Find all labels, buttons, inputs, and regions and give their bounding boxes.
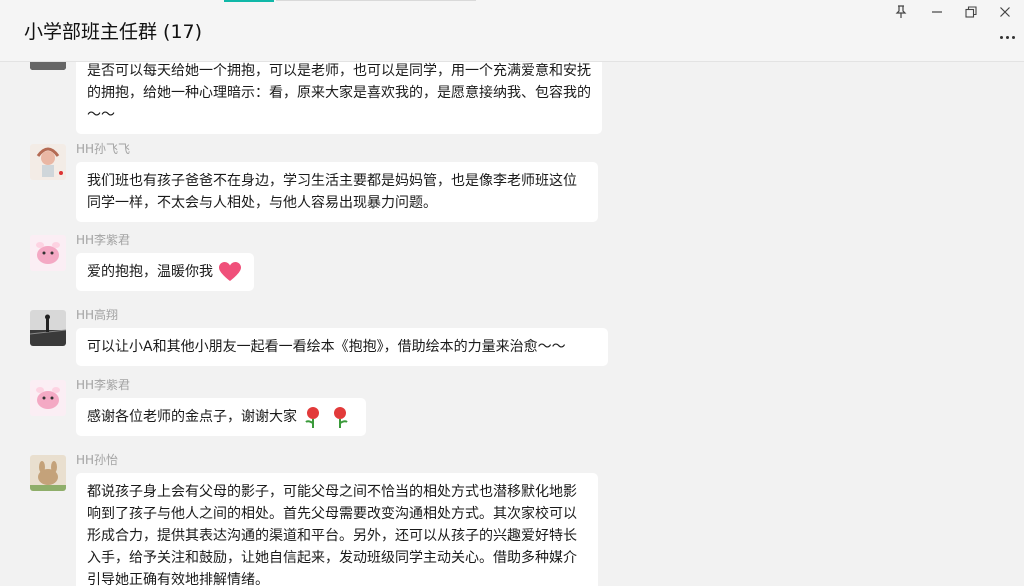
message-bubble: 是否可以每天给她一个拥抱，可以是老师，也可以是同学，用一个充满爱意和安抚的拥抱，… [76, 62, 602, 134]
message-text: 是否可以每天给她一个拥抱，可以是老师，也可以是同学，用一个充满爱意和安抚的拥抱，… [87, 63, 591, 123]
heart-emoji-icon [219, 262, 242, 281]
sender-name: HH李紫君 [76, 233, 131, 247]
close-icon [1000, 7, 1010, 17]
avatar[interactable] [30, 380, 66, 416]
rose-emoji-icon [305, 407, 320, 428]
avatar-image [30, 380, 66, 416]
sender-name: HH李紫君 [76, 378, 131, 392]
avatar[interactable] [30, 310, 66, 346]
message-text: 都说孩子身上会有父母的影子，可能父母之间不恰当的相处方式也潜移默化地影响到了孩子… [87, 484, 577, 586]
message-text: 感谢各位老师的金点子，谢谢大家 [87, 409, 297, 425]
avatar-image [30, 455, 66, 491]
restore-button[interactable] [960, 2, 982, 22]
sender-name: HH高翔 [76, 308, 119, 322]
message-text: 爱的抱抱，温暖你我 [87, 264, 213, 280]
message-bubble: 我们班也有孩子爸爸不在身边，学习生活主要都是妈妈管，也是像李老师班这位同学一样，… [76, 162, 598, 222]
active-tab-indicator [224, 0, 274, 2]
title-bar: 小学部班主任群 (17) [0, 0, 1024, 62]
restore-icon [965, 6, 977, 18]
sender-name: HH孙怡 [76, 453, 119, 467]
minimize-button[interactable] [926, 2, 948, 22]
message-bubble: 爱的抱抱，温暖你我 [76, 253, 254, 291]
avatar-image [30, 144, 66, 180]
message-bubble: 可以让小A和其他小朋友一起看一看绘本《抱抱》，借助绘本的力量来治愈～～ [76, 328, 608, 366]
message-list[interactable]: 是否可以每天给她一个拥抱，可以是老师，也可以是同学，用一个充满爱意和安抚的拥抱，… [0, 62, 1024, 586]
rose-emoji-icon [333, 407, 348, 428]
tab-divider [276, 0, 476, 1]
pin-icon-graphic [895, 5, 907, 18]
avatar[interactable] [30, 62, 66, 70]
more-dot [999, 35, 1003, 39]
avatar[interactable] [30, 235, 66, 271]
more-dot [1011, 35, 1015, 39]
avatar-image [30, 235, 66, 271]
avatar[interactable] [30, 455, 66, 491]
message-text: 我们班也有孩子爸爸不在身边，学习生活主要都是妈妈管，也是像李老师班这位同学一样，… [87, 173, 577, 211]
sender-name: HH孙飞飞 [76, 142, 131, 156]
pin-icon[interactable] [890, 2, 912, 22]
avatar-image [30, 62, 66, 70]
close-button[interactable] [994, 2, 1016, 22]
avatar[interactable] [30, 144, 66, 180]
message-bubble: 都说孩子身上会有父母的影子，可能父母之间不恰当的相处方式也潜移默化地影响到了孩子… [76, 473, 598, 586]
chat-title: 小学部班主任群 (17) [24, 21, 203, 43]
more-options-button[interactable] [996, 28, 1018, 46]
avatar-image [30, 310, 66, 346]
message-text: 可以让小A和其他小朋友一起看一看绘本《抱抱》，借助绘本的力量来治愈～～ [87, 339, 566, 355]
message-bubble: 感谢各位老师的金点子，谢谢大家 [76, 398, 366, 436]
minimize-icon [932, 11, 942, 13]
more-dot [1005, 35, 1009, 39]
